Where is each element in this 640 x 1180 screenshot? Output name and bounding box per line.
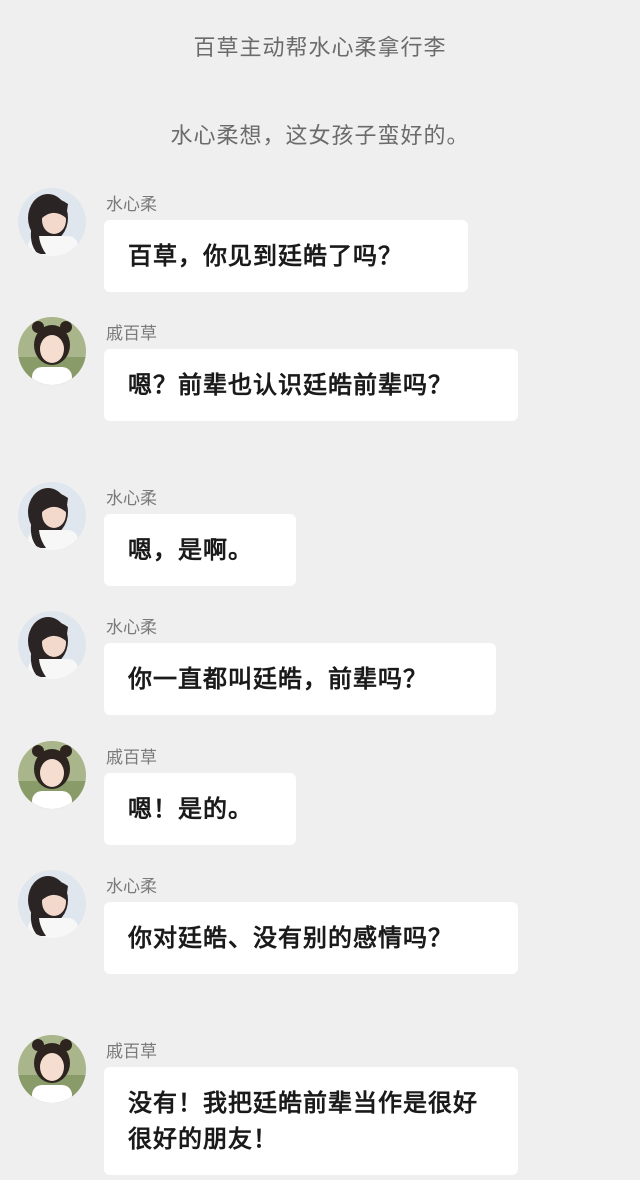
sender-name: 水心柔 bbox=[106, 618, 157, 638]
sender-name: 戚百草 bbox=[106, 324, 157, 344]
sender-name: 戚百草 bbox=[106, 748, 157, 768]
avatar-shui-xinrou-icon[interactable] bbox=[18, 611, 86, 679]
avatar-qi-baicao-icon[interactable] bbox=[18, 1035, 86, 1103]
sender-name: 水心柔 bbox=[106, 489, 157, 509]
message-bubble: 嗯！是的。 bbox=[104, 773, 296, 845]
avatar-qi-baicao-icon[interactable] bbox=[18, 317, 86, 385]
avatar-shui-xinrou-icon[interactable] bbox=[18, 188, 86, 256]
message-bubble: 嗯？前辈也认识廷皓前辈吗？ bbox=[104, 349, 518, 421]
message-bubble: 百草，你见到廷皓了吗？ bbox=[104, 220, 468, 292]
sender-name: 水心柔 bbox=[106, 877, 157, 897]
avatar-qi-baicao-icon[interactable] bbox=[18, 741, 86, 809]
message-bubble: 你对廷皓、没有别的感情吗？ bbox=[104, 902, 518, 974]
narration-line-2: 水心柔想，这女孩子蛮好的。 bbox=[170, 124, 470, 149]
avatar-shui-xinrou-icon[interactable] bbox=[18, 482, 86, 550]
sender-name: 水心柔 bbox=[106, 195, 157, 215]
message-bubble: 没有！我把廷皓前辈当作是很好很好的朋友！ bbox=[104, 1067, 518, 1175]
message-bubble: 你一直都叫廷皓，前辈吗？ bbox=[104, 643, 496, 715]
avatar-shui-xinrou-icon[interactable] bbox=[18, 870, 86, 938]
sender-name: 戚百草 bbox=[106, 1042, 157, 1062]
narration-line-1: 百草主动帮水心柔拿行李 bbox=[193, 36, 447, 61]
message-bubble: 嗯，是啊。 bbox=[104, 514, 296, 586]
